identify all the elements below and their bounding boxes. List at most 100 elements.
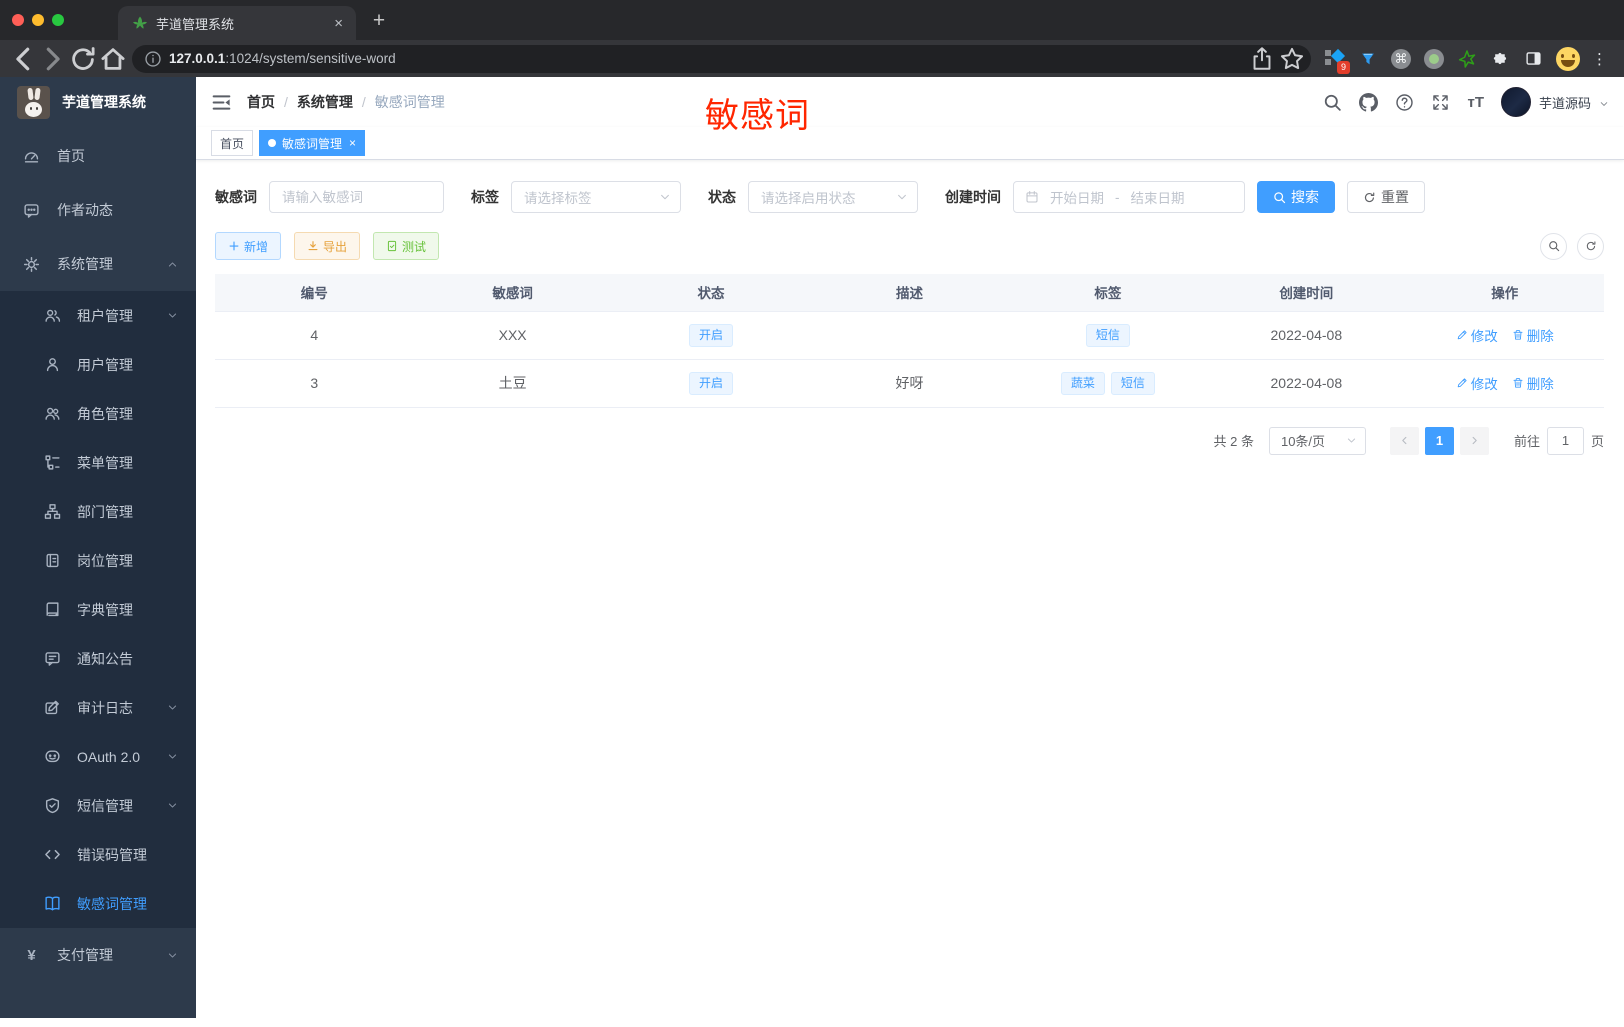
oauth-icon (44, 748, 61, 765)
sidebar-item-岗位管理[interactable]: 岗位管理 (0, 536, 196, 585)
tag-select[interactable]: 请选择标签 (511, 181, 681, 213)
delete-button[interactable]: 删除 (1512, 325, 1554, 345)
new-tab-button[interactable]: + (364, 6, 394, 36)
sidebar-item-菜单管理[interactable]: 菜单管理 (0, 438, 196, 487)
next-page-button[interactable] (1459, 426, 1489, 455)
browser-menu-icon[interactable]: ⋮ (1590, 50, 1616, 68)
log-icon (44, 699, 61, 716)
cell-created: 2022-04-08 (1207, 311, 1406, 360)
edit-button[interactable]: 修改 (1456, 373, 1498, 393)
funnel-icon[interactable] (1358, 49, 1378, 69)
github-icon[interactable] (1359, 92, 1379, 112)
export-button[interactable]: 导出 (294, 232, 361, 260)
browser-tab[interactable]: 芋道管理系统 × (118, 6, 356, 40)
date-range-picker[interactable]: 开始日期 - 结束日期 (1013, 181, 1245, 213)
record-icon[interactable] (1424, 48, 1444, 69)
sidebar-item-字典管理[interactable]: 字典管理 (0, 585, 196, 634)
sidebar-item-label: 部门管理 (77, 503, 133, 520)
sidebar-item-错误码管理[interactable]: 错误码管理 (0, 830, 196, 879)
logo-image (17, 85, 50, 119)
delete-button-label: 删除 (1526, 377, 1554, 392)
edit-button[interactable]: 修改 (1456, 325, 1498, 345)
sidebar-item-敏感词管理[interactable]: 敏感词管理 (0, 879, 196, 928)
font-size-icon[interactable]: тT (1467, 94, 1484, 111)
sidebar-item-label: 岗位管理 (77, 552, 133, 569)
fullscreen-icon[interactable] (1431, 93, 1450, 112)
sidebar-item-支付管理[interactable]: ¥ 支付管理 (0, 928, 196, 982)
puzzle-icon[interactable] (1490, 49, 1510, 69)
sidebar-item-label: 租户管理 (77, 307, 133, 324)
home-icon[interactable] (98, 44, 128, 74)
tag-label: 标签 (471, 189, 499, 205)
sidebar-item-作者动态[interactable]: 作者动态 (0, 183, 196, 237)
refresh-table-icon[interactable] (1577, 232, 1604, 260)
sidebar-item-系统管理[interactable]: 系统管理 (0, 237, 196, 291)
breadcrumb-item: 敏感词管理 (374, 94, 445, 110)
app-shell: 芋道管理系统 首页 作者动态 系统管理 租户管理 用户管理 角色管理 菜单管理 部门管理 岗位管… (0, 77, 1624, 1027)
sidebar-item-通知公告[interactable]: 通知公告 (0, 634, 196, 683)
green-star-icon[interactable] (1457, 49, 1477, 69)
sidebar-item-用户管理[interactable]: 用户管理 (0, 340, 196, 389)
prev-page-button[interactable] (1389, 426, 1419, 455)
tab-close-icon[interactable]: × (331, 15, 346, 32)
view-tab-敏感词管理[interactable]: 敏感词管理 × (259, 130, 366, 156)
gear-icon (23, 256, 40, 273)
status-select[interactable]: 请选择启用状态 (748, 181, 918, 213)
side-panel-icon[interactable] (1523, 49, 1543, 69)
keyword-input[interactable] (269, 181, 444, 213)
breadcrumb-item[interactable]: 系统管理 (297, 92, 353, 112)
window-close-button[interactable] (12, 14, 24, 26)
window-maximize-button[interactable] (52, 14, 64, 26)
delete-button[interactable]: 删除 (1512, 373, 1554, 393)
view-tab-label: 敏感词管理 (282, 136, 343, 151)
breadcrumb-item[interactable]: 首页 (247, 92, 275, 112)
add-button[interactable]: 新增 (215, 232, 282, 260)
tab-close-icon[interactable]: × (349, 136, 356, 150)
window-minimize-button[interactable] (32, 14, 44, 26)
tenant-icon (44, 307, 61, 324)
sidebar-item-审计日志[interactable]: 审计日志 (0, 683, 196, 732)
sidebar-item-租户管理[interactable]: 租户管理 (0, 291, 196, 340)
reload-icon[interactable] (68, 44, 98, 74)
test-button[interactable]: 测试 (373, 232, 440, 260)
view-tab-首页[interactable]: 首页 (211, 130, 254, 156)
role-icon (44, 405, 61, 422)
tag-badge: 蔬菜 (1060, 371, 1105, 395)
command-icon[interactable]: ⌘ (1391, 48, 1411, 69)
site-info-icon[interactable] (144, 50, 162, 68)
toggle-search-icon[interactable] (1540, 232, 1567, 260)
sidebar-item-角色管理[interactable]: 角色管理 (0, 389, 196, 438)
chevron-down-icon (896, 191, 908, 203)
sidebar-item-label: 角色管理 (77, 405, 133, 422)
search-icon[interactable] (1323, 93, 1342, 112)
user-menu[interactable]: 芋道源码 (1500, 87, 1609, 117)
bookmark-star-icon[interactable] (1279, 46, 1305, 72)
message-icon (23, 202, 40, 219)
sidebar-item-短信管理[interactable]: 短信管理 (0, 781, 196, 830)
view-tab-label: 首页 (220, 136, 245, 151)
app-logo[interactable]: 芋道管理系统 (0, 77, 196, 127)
page-number-1[interactable]: 1 (1424, 426, 1454, 455)
reset-button[interactable]: 重置 (1347, 181, 1425, 213)
column-header: 创建时间 (1207, 274, 1406, 312)
tag-badge: 短信 (1110, 371, 1155, 395)
sidebar-item-部门管理[interactable]: 部门管理 (0, 487, 196, 536)
cell-status: 开启 (611, 311, 811, 360)
page-size-select[interactable]: 10条/页 (1268, 426, 1366, 455)
bookmark-diamond-icon[interactable]: 9 (1325, 48, 1350, 74)
forward-icon[interactable] (38, 44, 68, 74)
search-button[interactable]: 搜索 (1257, 181, 1335, 213)
sidebar-toggle-icon[interactable] (211, 92, 232, 113)
window-controls (0, 0, 78, 40)
url-bar[interactable]: 127.0.0.1:1024/system/sensitive-word (132, 44, 1311, 73)
share-icon[interactable] (1249, 46, 1275, 72)
sidebar-item-label: 通知公告 (77, 650, 133, 667)
emoji-avatar[interactable] (1556, 46, 1580, 71)
sidebar-item-首页[interactable]: 首页 (0, 129, 196, 183)
back-icon[interactable] (8, 44, 38, 74)
tab-strip: 芋道管理系统 × + (0, 0, 1624, 40)
help-icon[interactable] (1395, 93, 1414, 112)
sidebar-item-OAuth 2.0[interactable]: OAuth 2.0 (0, 732, 196, 781)
goto-page-input[interactable] (1546, 426, 1584, 455)
sidebar-item-label: 作者动态 (57, 202, 113, 218)
